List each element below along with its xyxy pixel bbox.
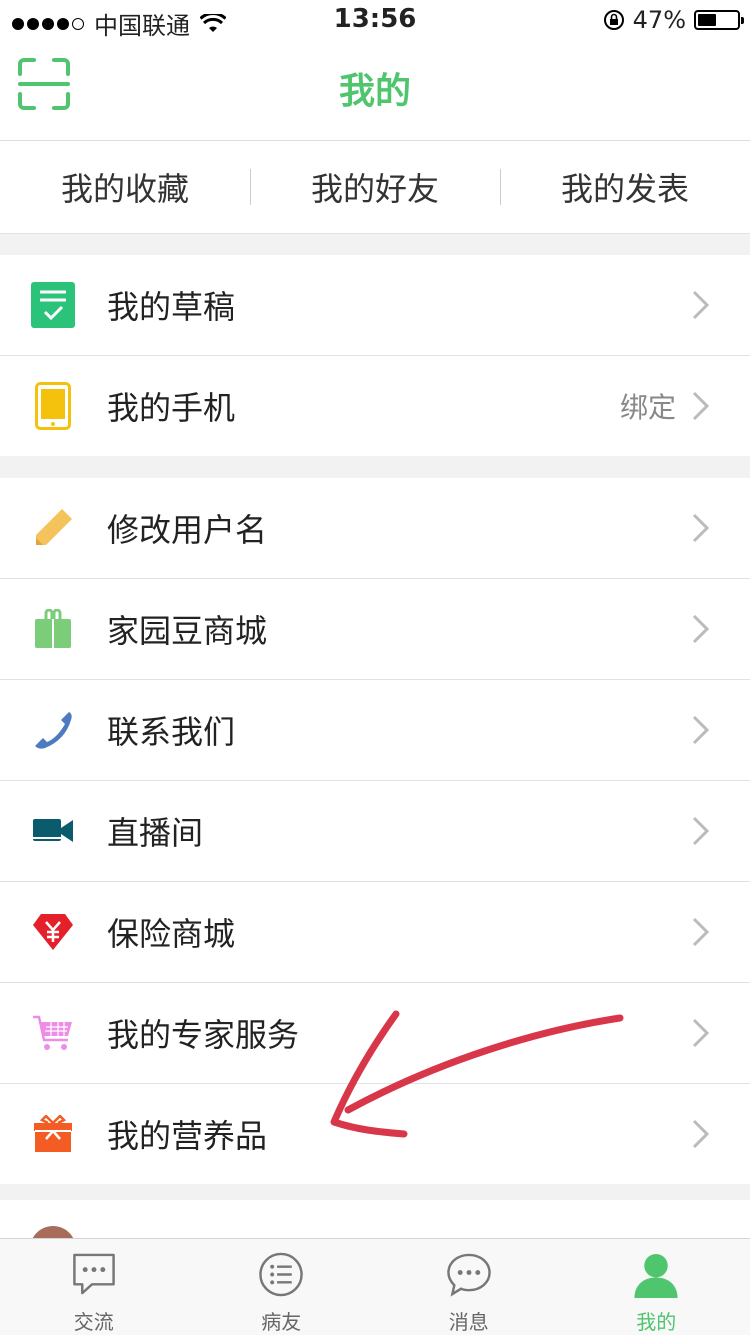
menu-item-bean-store[interactable]: 家园豆商城 — [0, 579, 750, 680]
menu-item-label: 我的专家服务 — [107, 1010, 299, 1056]
gift-box-icon — [30, 1109, 76, 1159]
chevron-right-icon — [690, 289, 712, 321]
chevron-right-icon — [690, 815, 712, 847]
draft-icon — [30, 280, 76, 330]
tabbar-label: 我的 — [636, 1306, 676, 1335]
chevron-right-icon — [690, 512, 712, 544]
battery-icon — [694, 10, 740, 30]
chevron-right-icon — [690, 714, 712, 746]
shopping-cart-icon — [30, 1008, 76, 1058]
menu-group-1: 我的草稿 我的手机 绑定 — [0, 255, 750, 456]
chevron-right-icon — [690, 1118, 712, 1150]
pencil-icon — [30, 503, 76, 553]
menu-item-label: 家园豆商城 — [107, 606, 267, 652]
menu-group-2: 修改用户名 家园豆商城 联系我们 直播间 — [0, 478, 750, 1184]
tabbar-item-chat[interactable]: 交流 — [0, 1239, 188, 1335]
tabbar-item-me[interactable]: 我的 — [563, 1239, 750, 1335]
status-bar: 中国联通 13:56 47% — [0, 0, 750, 40]
menu-item-live-room[interactable]: 直播间 — [0, 781, 750, 882]
page-title: 我的 — [0, 62, 750, 114]
bind-status: 绑定 — [620, 386, 676, 426]
tab-posts[interactable]: 我的发表 — [500, 141, 750, 233]
chat-icon — [70, 1251, 118, 1298]
menu-item-label: 联系我们 — [107, 707, 235, 753]
chevron-right-icon — [690, 1017, 712, 1049]
menu-item-contact-us[interactable]: 联系我们 — [0, 680, 750, 781]
menu-group-3-partial — [0, 1200, 750, 1238]
menu-item-insurance-store[interactable]: 保险商城 — [0, 882, 750, 983]
menu-item-phone[interactable]: 我的手机 绑定 — [0, 356, 750, 456]
list-icon — [257, 1251, 305, 1298]
menu-item-change-username[interactable]: 修改用户名 — [0, 478, 750, 579]
menu-item-expert-service[interactable]: 我的专家服务 — [0, 983, 750, 1084]
menu-item-drafts[interactable]: 我的草稿 — [0, 255, 750, 356]
tab-bar: 交流 病友 消息 我的 — [0, 1238, 750, 1335]
tabbar-label: 消息 — [449, 1306, 489, 1335]
tab-favorites[interactable]: 我的收藏 — [0, 141, 250, 233]
gift-bag-icon — [30, 604, 76, 654]
message-icon — [445, 1251, 493, 1298]
video-camera-icon — [30, 806, 76, 856]
tabbar-label: 病友 — [261, 1306, 301, 1335]
menu-item-label: 直播间 — [107, 808, 203, 854]
chevron-right-icon — [690, 390, 712, 422]
profile-icon — [632, 1251, 680, 1298]
menu-item-nutrition[interactable]: 我的营养品 — [0, 1084, 750, 1184]
tabbar-item-messages[interactable]: 消息 — [375, 1239, 563, 1335]
tabbar-label: 交流 — [74, 1306, 114, 1335]
phone-handset-icon — [30, 705, 76, 755]
phone-icon — [30, 381, 76, 431]
nav-bar: 我的 — [0, 40, 750, 141]
profile-tabs: 我的收藏 我的好友 我的发表 — [0, 141, 750, 234]
menu-item-label: 修改用户名 — [107, 505, 267, 551]
menu-item-label: 我的营养品 — [107, 1111, 267, 1157]
rotation-lock-icon — [603, 9, 625, 31]
battery-percent: 47% — [633, 6, 686, 34]
menu-item-label: 保险商城 — [107, 909, 235, 955]
tabbar-item-patients[interactable]: 病友 — [188, 1239, 376, 1335]
chevron-right-icon — [690, 916, 712, 948]
menu-item-label: 我的草稿 — [107, 282, 235, 328]
tab-friends[interactable]: 我的好友 — [250, 141, 500, 233]
menu-item-label: 我的手机 — [107, 383, 235, 429]
chevron-right-icon — [690, 613, 712, 645]
yuan-diamond-icon — [30, 907, 76, 957]
